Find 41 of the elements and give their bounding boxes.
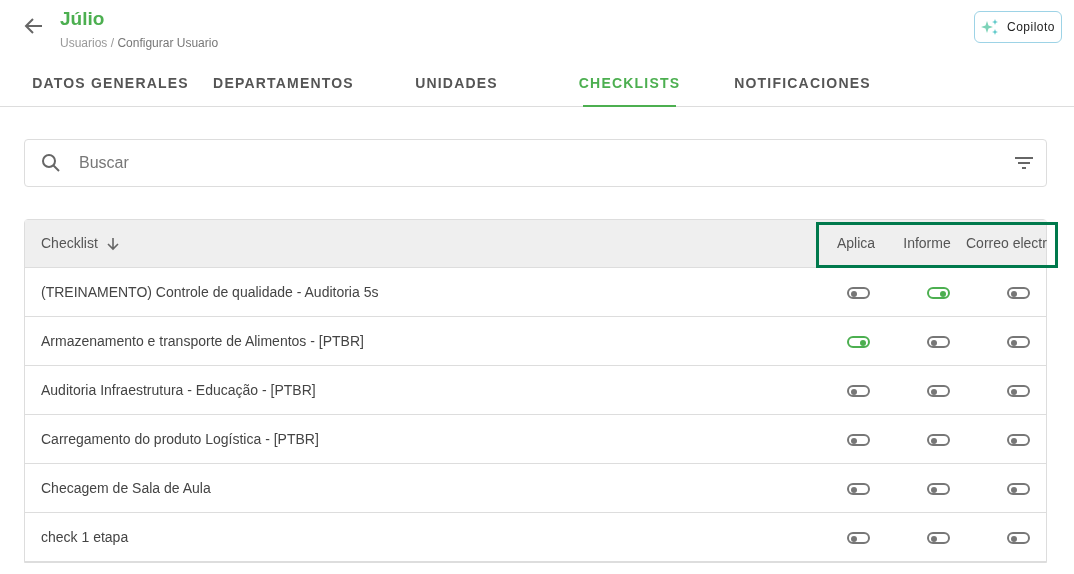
column-header: Correo electr	[965, 234, 1046, 253]
table-cell-text: check 1 etapa	[40, 527, 130, 547]
toggle-switch[interactable]	[926, 531, 950, 544]
search-field[interactable]: Buscar	[24, 139, 1047, 187]
tab[interactable]: NOTIFICACIONES	[716, 60, 889, 106]
toggle-switch[interactable]	[846, 384, 870, 397]
toggle-switch[interactable]	[846, 433, 870, 446]
toggle-switch[interactable]	[926, 433, 950, 446]
table-cell-text: Auditoria Infraestrutura - Educação - [PTBR]	[40, 380, 317, 400]
column-header[interactable]: Checklist	[41, 233, 98, 254]
table-cell-text: Armazenamento e transporte de Alimentos - [PTBR]	[40, 331, 365, 351]
tab[interactable]: DATOS GENERALES	[24, 60, 197, 106]
toggle-switch[interactable]	[1007, 384, 1030, 397]
toggle-switch[interactable]	[1007, 286, 1030, 299]
toggle-switch[interactable]	[846, 531, 870, 544]
sort-arrow-icon[interactable]	[105, 236, 120, 251]
filter-icon[interactable]	[1014, 156, 1034, 170]
table-cell-text: (TREINAMENTO) Controle de qualidade - Auditoria 5s	[40, 282, 380, 302]
toggle-switch[interactable]	[846, 335, 870, 348]
toggle-switch[interactable]	[846, 482, 870, 495]
table-cell-text: Checagem de Sala de Aula	[40, 478, 212, 498]
copilot-button[interactable]: Copiloto	[973, 11, 1062, 43]
toggle-switch[interactable]	[1007, 482, 1030, 495]
column-header: Aplica	[835, 234, 877, 253]
breadcrumb-current: Configurar Usuario	[117, 36, 219, 50]
tab[interactable]: DEPARTAMENTOS	[197, 60, 370, 106]
toggle-switch[interactable]	[846, 286, 870, 299]
toggle-switch[interactable]	[926, 384, 950, 397]
toggle-switch[interactable]	[926, 286, 950, 299]
page-title: Júlio	[60, 8, 106, 30]
back-arrow-icon[interactable]	[24, 16, 44, 36]
tab[interactable]: UNIDADES	[370, 60, 543, 106]
table-cell-text: Carregamento do produto Logística - [PTBR]	[40, 429, 320, 449]
toggle-switch[interactable]	[1007, 335, 1030, 348]
toggle-switch[interactable]	[1007, 433, 1030, 446]
sparkle-icon	[980, 18, 999, 36]
toggle-switch[interactable]	[926, 335, 950, 348]
column-header: Informe	[902, 234, 952, 253]
toggle-switch[interactable]	[1007, 531, 1030, 544]
search-icon	[41, 153, 61, 173]
toggle-switch[interactable]	[926, 482, 950, 495]
